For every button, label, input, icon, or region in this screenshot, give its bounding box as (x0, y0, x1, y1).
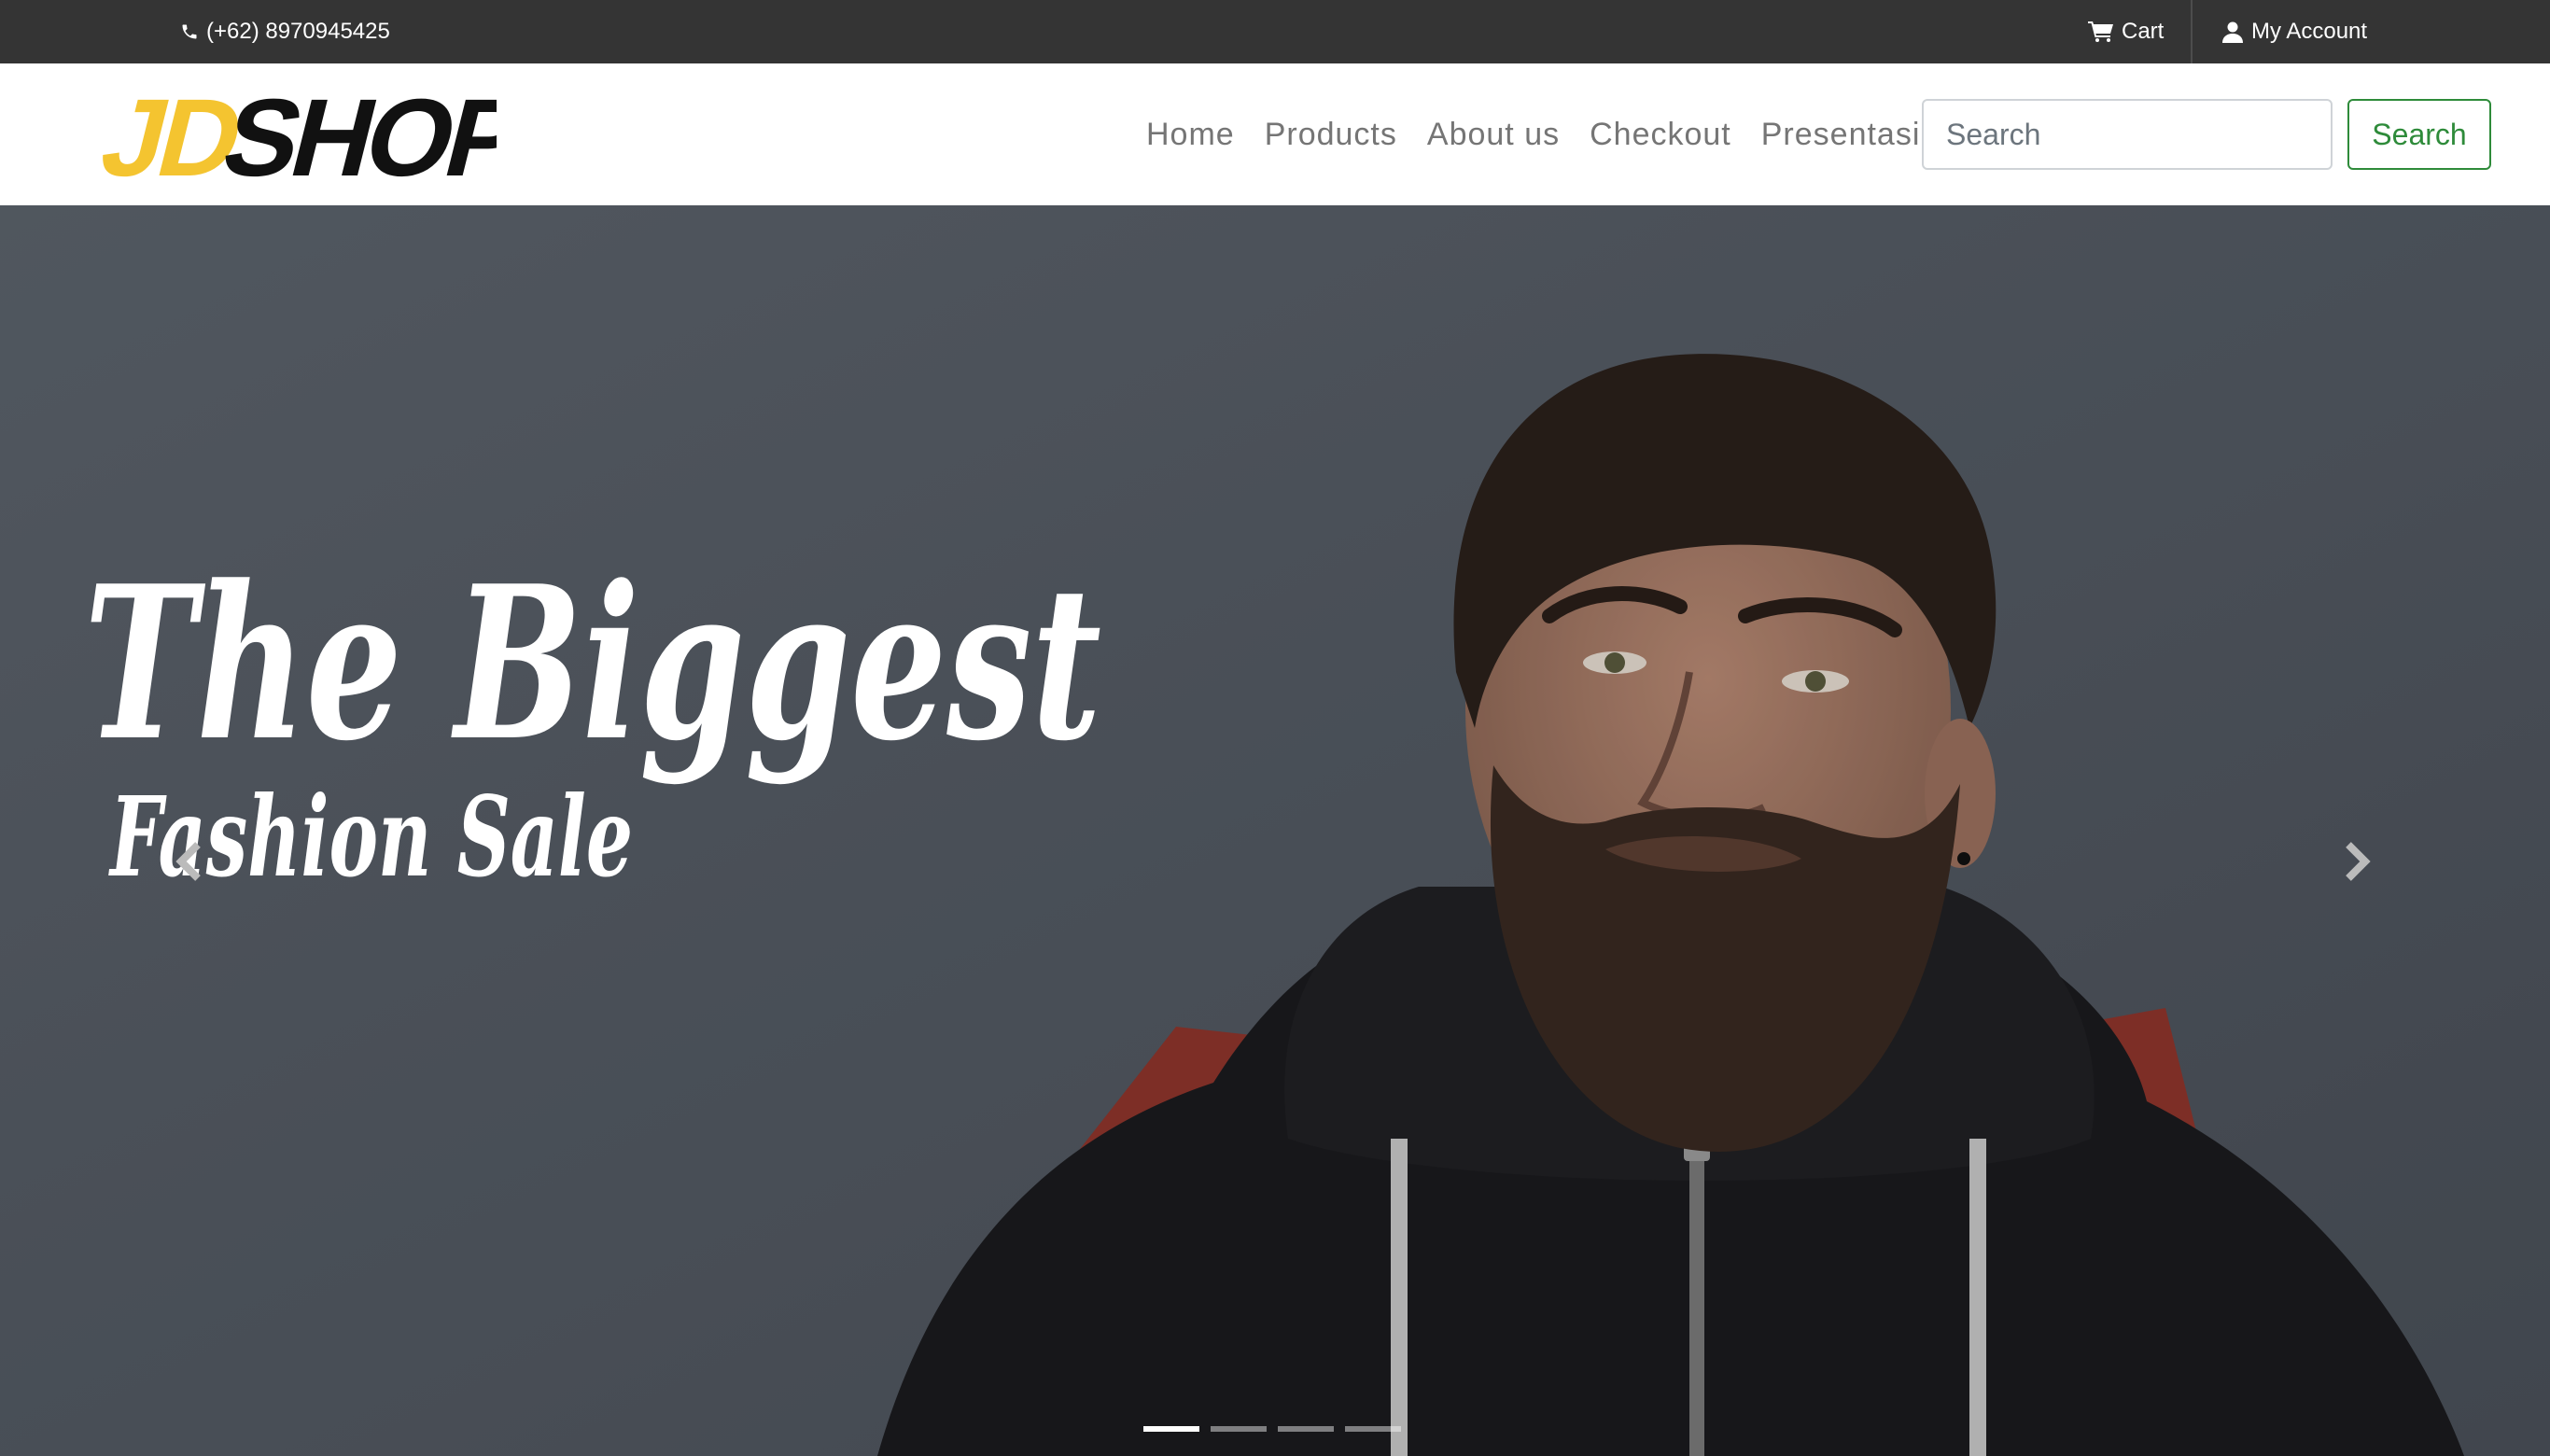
top-bar: (+62) 8970945425 Cart My Account (0, 0, 2550, 63)
chevron-left-icon (174, 841, 203, 887)
carousel-indicator[interactable] (1345, 1426, 1401, 1432)
search-button[interactable]: Search (2347, 99, 2491, 170)
main-nav: Home Products About us Checkout Presenta… (1131, 63, 1935, 205)
topbar-divider (2191, 0, 2193, 63)
my-account-label: My Account (2251, 19, 2368, 44)
nav-home[interactable]: Home (1131, 117, 1250, 153)
carousel-indicator[interactable] (1143, 1426, 1199, 1432)
nav-checkout[interactable]: Checkout (1575, 117, 1746, 153)
cart-icon (2088, 21, 2114, 43)
phone-contact: (+62) 8970945425 (180, 0, 390, 63)
hero-carousel: The Biggest Fashion Sale (0, 205, 2550, 1456)
logo-part-shop: SHOP (212, 90, 497, 187)
main-header: JD SHOP Home Products About us Checkout … (0, 63, 2550, 205)
cart-link[interactable]: Cart (2088, 0, 2164, 63)
carousel-next-button[interactable] (2302, 812, 2414, 915)
nav-presentasi[interactable]: Presentasi (1746, 117, 1936, 153)
chevron-right-icon (2343, 841, 2373, 887)
nav-products[interactable]: Products (1250, 117, 1412, 153)
phone-icon (180, 22, 199, 41)
carousel-indicator[interactable] (1211, 1426, 1267, 1432)
nav-about-us[interactable]: About us (1412, 117, 1575, 153)
user-icon (2221, 21, 2244, 43)
hero-headline: The Biggest Fashion Sale (84, 540, 1101, 902)
my-account-link[interactable]: My Account (2221, 0, 2367, 63)
carousel-prev-button[interactable] (133, 812, 245, 915)
carousel-indicators (1143, 1426, 1401, 1437)
brand-logo[interactable]: JD SHOP (82, 77, 534, 200)
search-input[interactable] (1922, 99, 2333, 170)
hero-headline-line1: The Biggest (84, 540, 1101, 788)
phone-number: (+62) 8970945425 (206, 19, 390, 44)
cart-label: Cart (2122, 19, 2165, 44)
carousel-indicator[interactable] (1278, 1426, 1334, 1432)
